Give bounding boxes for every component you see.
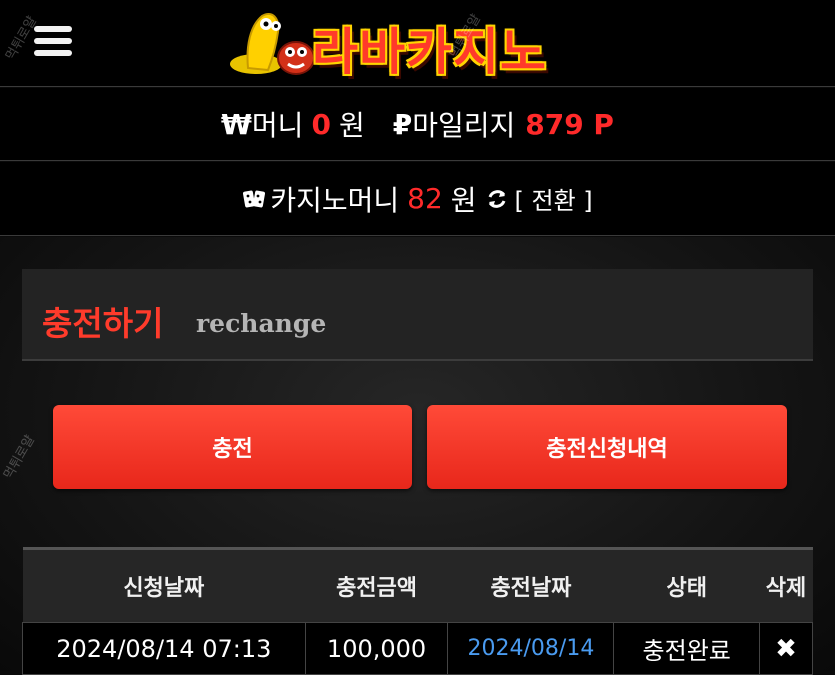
dice-icon xyxy=(243,190,266,207)
recharge-panel: 충전하기 rechange xyxy=(22,269,813,361)
mileage-label: 마일리지 xyxy=(412,109,516,142)
charge-date-cell: 2024/08/14 xyxy=(447,622,615,675)
request-date-cell: 2024/08/14 07:13 xyxy=(22,622,306,675)
watermark: 먹튀로얄 xyxy=(1,433,39,482)
column-header: 상태 xyxy=(613,547,760,623)
amount-cell: 100,000 xyxy=(304,622,449,675)
charge-history-table: 신청날짜 충전금액 충전날짜 상태 삭제 2024/08/14 07:13 10… xyxy=(22,547,813,675)
site-logo[interactable]: 라바카지노 xyxy=(228,6,610,81)
casino-money-unit: 원 xyxy=(450,183,477,217)
larva-mascot-icon xyxy=(230,13,315,75)
hamburger-menu-icon[interactable] xyxy=(34,26,72,60)
money-value: 0 xyxy=(311,107,331,141)
charge-history-button[interactable]: 충전신청내역 xyxy=(427,405,787,489)
panel-title: 충전하기 xyxy=(42,304,164,343)
won-icon: ₩ xyxy=(221,107,252,141)
mileage-value: 879 P xyxy=(525,107,614,141)
panel-subtitle: rechange xyxy=(196,309,327,338)
table-header-row: 신청날짜 충전금액 충전날짜 상태 삭제 xyxy=(22,547,813,623)
delete-cell[interactable]: ✖ xyxy=(759,622,813,675)
money-label: 머니 xyxy=(251,109,304,142)
convert-button[interactable]: [ 전환 ] xyxy=(515,181,593,216)
logo-text: 라바카지노 xyxy=(312,23,547,81)
column-header: 신청날짜 xyxy=(22,547,306,623)
top-header: 먹튀로얄 라바카지노 먹튀로얄 xyxy=(0,0,835,87)
money-unit: 원 xyxy=(338,109,365,142)
refresh-icon[interactable] xyxy=(485,187,509,211)
status-cell: 충전완료 xyxy=(613,622,761,675)
column-header: 충전금액 xyxy=(305,547,448,623)
column-header: 충전날짜 xyxy=(447,547,614,623)
table-row: 2024/08/14 07:13 100,000 2024/08/14 충전완료… xyxy=(22,622,813,675)
charge-button[interactable]: 충전 xyxy=(53,405,412,489)
mileage-icon: ₽ xyxy=(392,107,413,141)
casino-money-bar: 카지노머니 82 원 [ 전환 ] xyxy=(0,162,835,236)
casino-money-value: 82 xyxy=(407,182,443,215)
main-content: 먹튀로얄 먹튀로얄 충전하기 rechange 충전 충전신청내역 신청날짜 충… xyxy=(0,237,835,675)
wallet-bar: ₩ 머니 0 원 ₽ 마일리지 879 P xyxy=(0,88,835,161)
column-header: 삭제 xyxy=(759,547,813,623)
casino-money-label: 카지노머니 xyxy=(270,183,400,217)
delete-icon[interactable]: ✖ xyxy=(775,634,797,664)
